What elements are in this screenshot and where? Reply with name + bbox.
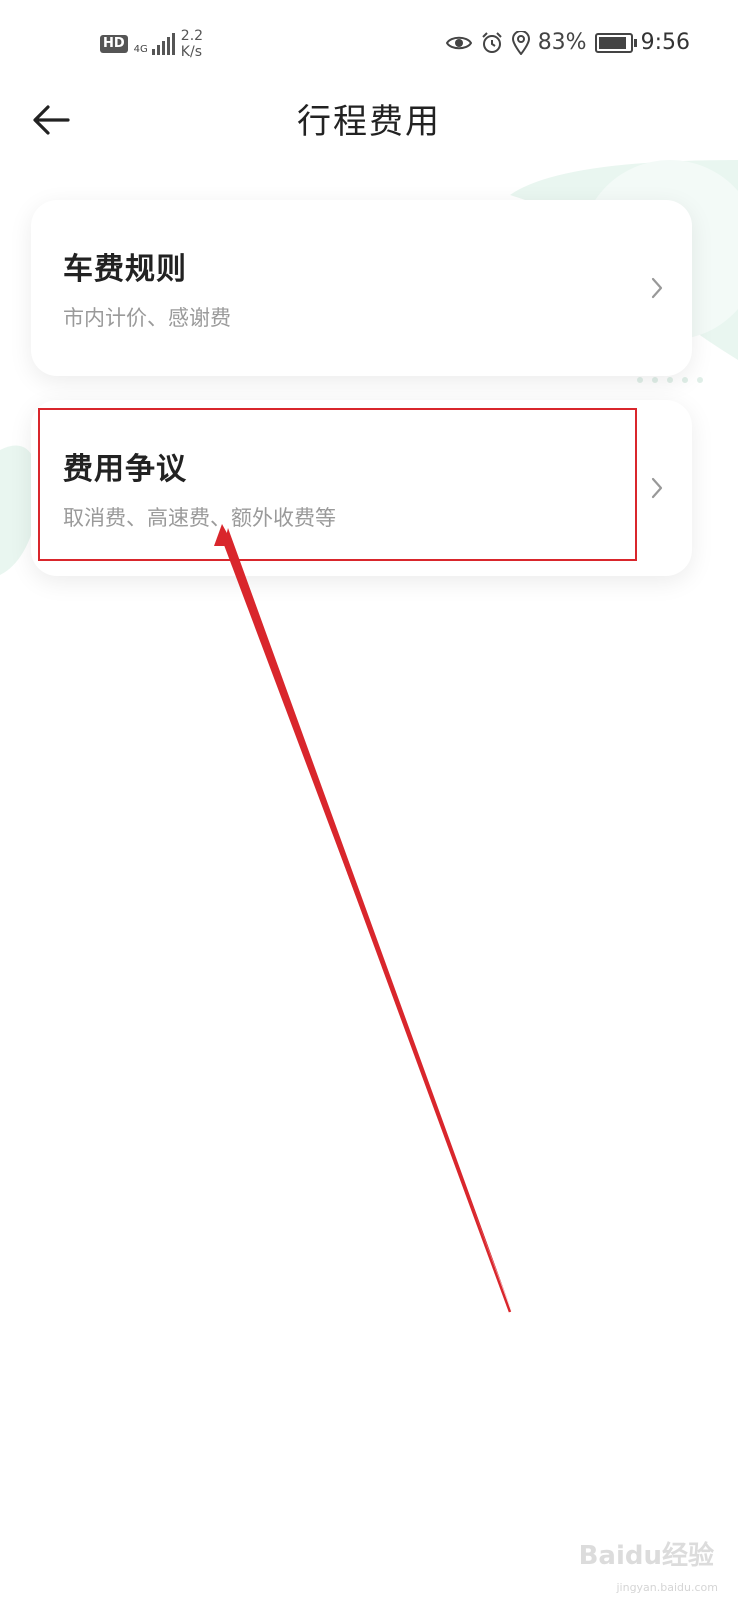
annotation-arrow-icon	[214, 524, 512, 1313]
watermark-url: jingyan.baidu.com	[616, 1581, 718, 1594]
watermark-logo: Baidu经验	[578, 1541, 714, 1571]
